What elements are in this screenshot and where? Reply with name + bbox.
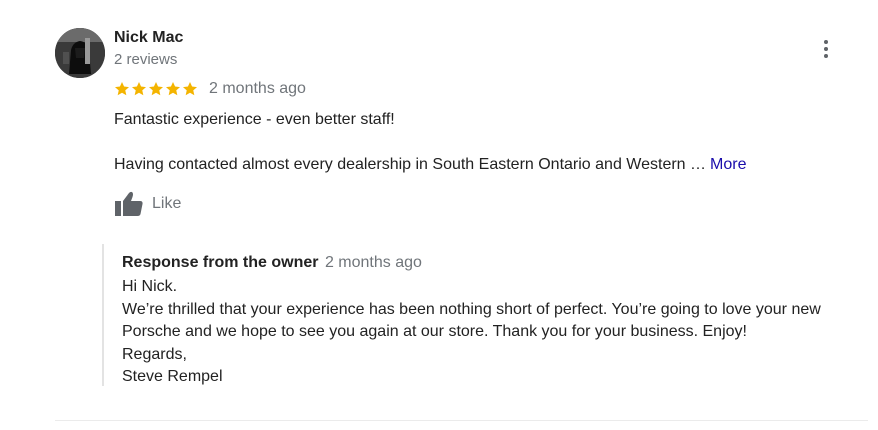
owner-response-title: Response from the owner [122,254,319,271]
star-icon [166,82,180,96]
owner-response-timestamp: 2 months ago [324,254,422,271]
star-icon [183,82,197,96]
divider [55,420,868,421]
reviewer-avatar[interactable] [55,28,105,78]
star-icon [132,82,146,96]
review-text-excerpt: Having contacted almost every dealership… [114,156,707,173]
like-label: Like [152,195,182,212]
owner-response-line: Regards, [122,345,187,363]
star-icon [149,82,163,96]
more-link[interactable]: More [710,156,746,173]
review-text: Having contacted almost every dealership… [114,156,746,174]
star-icon [115,82,129,96]
owner-response-header: Response from the owner 2 months ago [122,254,422,272]
rating-row: 2 months ago [114,78,306,100]
more-options-icon[interactable] [815,36,837,62]
avatar-image [55,28,105,78]
reviewer-review-count[interactable]: 2 reviews [114,51,177,68]
owner-response-text: Hi Nick. We’re thrilled that your experi… [122,276,821,389]
reviewer-name[interactable]: Nick Mac [114,29,183,47]
owner-response-line: Porsche and we hope to see you again at … [122,323,747,340]
owner-response-line: We’re thrilled that your experience has … [122,300,821,318]
review-title: Fantastic experience - even better staff… [114,111,395,128]
owner-response-line: Steve Rempel [122,368,223,385]
like-button[interactable]: Like [114,190,181,218]
thumbs-up-icon [115,191,143,216]
owner-response: Response from the owner 2 months ago Hi … [102,244,844,386]
review-timestamp: 2 months ago [209,80,306,97]
owner-response-line: Hi Nick. [122,278,178,295]
star-rating [114,81,198,97]
